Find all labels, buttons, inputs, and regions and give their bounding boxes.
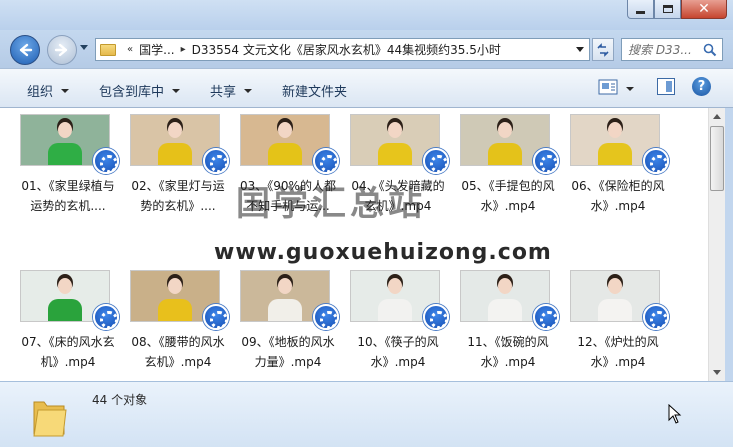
file-name: 01、《家里绿植与运势的玄机.... bbox=[21, 179, 115, 213]
scroll-thumb[interactable] bbox=[710, 126, 724, 191]
organize-label: 组织 bbox=[27, 85, 54, 100]
address-dropdown-icon[interactable] bbox=[576, 47, 584, 52]
chevron-right-icon[interactable]: ▸ bbox=[181, 44, 186, 55]
video-player-icon bbox=[643, 304, 669, 330]
presenter-figure bbox=[598, 119, 632, 165]
presenter-figure bbox=[48, 275, 82, 321]
video-player-icon bbox=[313, 148, 339, 174]
help-icon[interactable]: ? bbox=[692, 77, 711, 96]
breadcrumb-current[interactable]: D33554 文元文化《居家风水玄机》44集视频约35.5小时 bbox=[192, 41, 501, 58]
details-pane: 44 个对象 bbox=[0, 381, 733, 447]
caret-down-icon bbox=[61, 88, 70, 93]
refresh-button[interactable] bbox=[592, 38, 614, 61]
presenter-figure bbox=[488, 275, 522, 321]
forward-button[interactable] bbox=[47, 35, 77, 65]
maximize-icon bbox=[662, 5, 673, 13]
folder-large-icon bbox=[33, 401, 67, 437]
chevron-double-icon[interactable]: « bbox=[127, 44, 133, 55]
view-dropdown-icon[interactable] bbox=[626, 87, 634, 91]
file-name: 07、《床的风水玄机》.mp4 bbox=[21, 335, 115, 369]
video-player-icon bbox=[533, 148, 559, 174]
address-bar[interactable]: « 国学... ▸ D33554 文元文化《居家风水玄机》44集视频约35.5小… bbox=[95, 38, 590, 61]
window-frame-right bbox=[725, 108, 733, 381]
presenter-figure bbox=[378, 119, 412, 165]
video-player-icon bbox=[423, 304, 449, 330]
mouse-cursor-icon bbox=[668, 404, 682, 424]
presenter-figure bbox=[488, 119, 522, 165]
caret-down-icon bbox=[172, 88, 181, 93]
breadcrumb-root[interactable]: 国学... bbox=[139, 41, 174, 58]
address-row: « 国学... ▸ D33554 文元文化《居家风水玄机》44集视频约35.5小… bbox=[0, 30, 733, 68]
video-player-icon bbox=[313, 304, 339, 330]
caret-down-icon bbox=[244, 88, 253, 93]
presenter-figure bbox=[378, 275, 412, 321]
arrow-right-icon bbox=[54, 43, 68, 57]
file-item[interactable]: 01、《家里绿植与运势的玄机.... bbox=[18, 114, 119, 224]
file-name: 02、《家里灯与运势的玄机》.... bbox=[131, 179, 225, 213]
recent-pages-dropdown[interactable] bbox=[80, 45, 88, 50]
file-name: 11、《饭碗的风水》.mp4 bbox=[467, 335, 549, 369]
file-name: 10、《筷子的风水》.mp4 bbox=[357, 335, 439, 369]
title-bar: ✕ bbox=[0, 0, 733, 30]
watermark-url: www.guoxuehuizong.com bbox=[214, 240, 552, 265]
video-player-icon bbox=[423, 148, 449, 174]
video-player-icon bbox=[93, 148, 119, 174]
organize-menu[interactable]: 组织 bbox=[27, 81, 70, 100]
scroll-up-icon[interactable] bbox=[713, 114, 721, 119]
include-in-library-menu[interactable]: 包含到库中 bbox=[99, 81, 181, 100]
file-name: 06、《保险柜的风水》.mp4 bbox=[571, 179, 665, 213]
presenter-figure bbox=[598, 275, 632, 321]
file-name: 09、《地板的风水力量》.mp4 bbox=[241, 335, 335, 369]
new-folder-label: 新建文件夹 bbox=[282, 85, 348, 100]
vertical-scrollbar[interactable] bbox=[708, 108, 725, 381]
share-menu[interactable]: 共享 bbox=[210, 81, 253, 100]
scroll-down-icon[interactable] bbox=[713, 370, 721, 375]
command-bar: 组织 包含到库中 共享 新建文件夹 ? bbox=[0, 68, 733, 108]
search-input[interactable]: 搜索 D33... bbox=[621, 38, 723, 61]
maximize-button[interactable] bbox=[654, 0, 681, 19]
presenter-figure bbox=[268, 275, 302, 321]
minimize-icon bbox=[636, 10, 645, 14]
video-player-icon bbox=[203, 148, 229, 174]
presenter-figure bbox=[158, 119, 192, 165]
file-item[interactable]: 06、《保险柜的风水》.mp4 bbox=[568, 114, 669, 224]
close-button[interactable]: ✕ bbox=[681, 0, 727, 19]
file-item[interactable]: 08、《腰带的风水玄机》.mp4 bbox=[128, 270, 229, 380]
file-item[interactable]: 11、《饭碗的风水》.mp4 bbox=[458, 270, 559, 380]
refresh-icon bbox=[597, 42, 609, 57]
window-controls: ✕ bbox=[627, 0, 727, 19]
file-item[interactable]: 10、《筷子的风水》.mp4 bbox=[348, 270, 449, 380]
preview-pane-icon[interactable] bbox=[657, 78, 675, 95]
file-item[interactable]: 09、《地板的风水力量》.mp4 bbox=[238, 270, 339, 380]
file-name: 12、《炉灶的风水》.mp4 bbox=[577, 335, 659, 369]
video-player-icon bbox=[533, 304, 559, 330]
folder-icon bbox=[100, 43, 116, 56]
search-placeholder: 搜索 D33... bbox=[628, 43, 692, 57]
video-player-icon bbox=[93, 304, 119, 330]
include-in-library-label: 包含到库中 bbox=[99, 85, 165, 100]
file-name: 05、《手提包的风水》.mp4 bbox=[461, 179, 555, 213]
new-folder-button[interactable]: 新建文件夹 bbox=[282, 81, 347, 100]
video-player-icon bbox=[643, 148, 669, 174]
presenter-figure bbox=[158, 275, 192, 321]
presenter-figure bbox=[48, 119, 82, 165]
file-item[interactable]: 07、《床的风水玄机》.mp4 bbox=[18, 270, 119, 380]
file-name: 08、《腰带的风水玄机》.mp4 bbox=[131, 335, 225, 369]
share-label: 共享 bbox=[210, 85, 237, 100]
file-item[interactable]: 05、《手提包的风水》.mp4 bbox=[458, 114, 559, 224]
minimize-button[interactable] bbox=[627, 0, 654, 19]
close-icon: ✕ bbox=[698, 1, 710, 17]
arrow-left-icon bbox=[19, 43, 33, 57]
presenter-figure bbox=[268, 119, 302, 165]
video-player-icon bbox=[203, 304, 229, 330]
watermark-title: 国学汇总站 bbox=[236, 184, 426, 224]
back-button[interactable] bbox=[10, 35, 40, 65]
search-icon[interactable] bbox=[703, 43, 717, 57]
file-item[interactable]: 12、《炉灶的风水》.mp4 bbox=[568, 270, 669, 380]
view-options-icon[interactable] bbox=[598, 77, 618, 97]
file-item[interactable]: 02、《家里灯与运势的玄机》.... bbox=[128, 114, 229, 224]
item-count: 44 个对象 bbox=[92, 393, 148, 407]
